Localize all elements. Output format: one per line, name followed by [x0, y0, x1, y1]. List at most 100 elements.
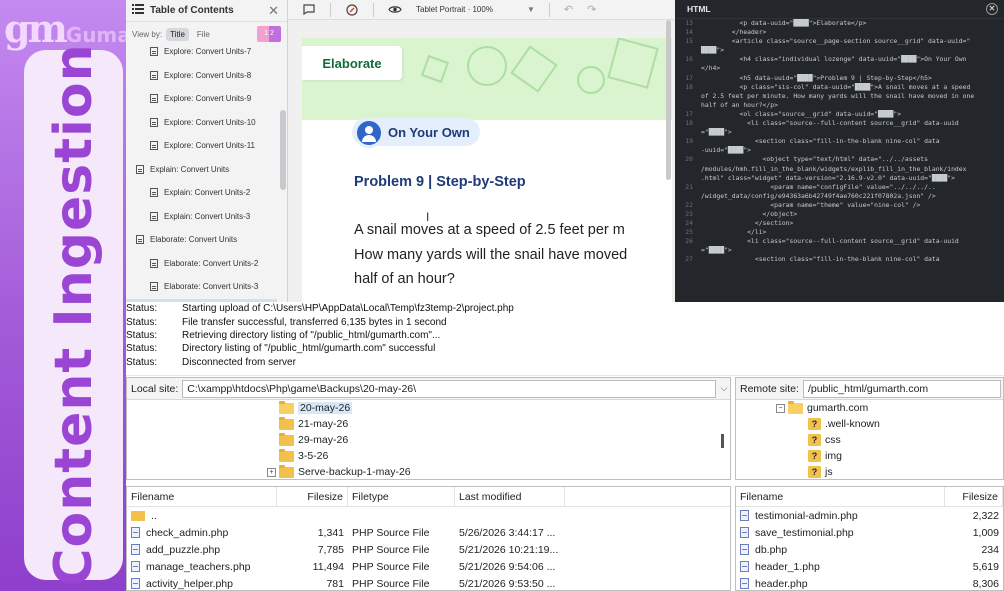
file-row[interactable]: manage_teachers.php 11,494 PHP Source File…	[127, 558, 730, 575]
line-number: 21	[685, 182, 693, 191]
html-code-panel: HTML ✕ 13 <p data-uuid="████">Elaborate<…	[675, 0, 1004, 310]
code-text: <li class="source--full-content source__…	[701, 237, 959, 246]
code-line: 15 <article class="source__page-section …	[675, 37, 1004, 46]
file-name: manage_teachers.php	[146, 560, 251, 573]
code-text: <param name="configFile" value="../../..…	[701, 182, 936, 191]
remote-file-rows: testimonial-admin.php 2,322 save_testimoni…	[736, 507, 1003, 590]
file-row[interactable]: testimonial-admin.php 2,322	[736, 507, 1003, 524]
chevron-down-icon[interactable]: ▼	[527, 5, 535, 14]
undo-icon[interactable]: ↶	[564, 3, 573, 16]
unknown-folder-icon: ?	[808, 418, 821, 430]
code-line: /widget_data/config/e94363a6b42749f4ae76…	[675, 192, 1004, 201]
expand-icon[interactable]: +	[267, 467, 276, 477]
line-number	[675, 101, 697, 110]
file-row[interactable]: header_1.php 5,619	[736, 558, 1003, 575]
status-log: Status: Starting upload of C:\Users\HP\Ap…	[126, 302, 1004, 376]
column-header-last-modified[interactable]: Last modified	[455, 487, 565, 507]
tab-file[interactable]: File	[193, 28, 214, 41]
toc-item[interactable]: Explore: Convert Units-10	[126, 111, 277, 135]
comment-icon[interactable]	[302, 4, 316, 16]
tree-folder[interactable]: − gumarth.com	[736, 400, 1003, 416]
tree-scrollbar[interactable]	[721, 434, 724, 448]
code-text: <section class="fill-in-the-blank nine-c…	[701, 137, 940, 146]
file-name-cell: header.php	[736, 578, 945, 590]
toc-item[interactable]: Explain: Convert Units-2	[126, 181, 277, 205]
file-row[interactable]: activity_helper.php 781 PHP Source File 5/2…	[127, 575, 730, 590]
line-number	[675, 174, 697, 183]
file-row[interactable]: add_puzzle.php 7,785 PHP Source File 5/21/2…	[127, 541, 730, 558]
file-row[interactable]: save_testimonial.php 1,009	[736, 524, 1003, 541]
toc-item[interactable]: Explain: Convert Units-3	[126, 205, 277, 229]
tree-folder[interactable]: ? .well-known	[736, 416, 1003, 432]
tree-folder[interactable]: ? css	[736, 432, 1003, 448]
decor-shape	[510, 45, 558, 93]
line-number: 23	[685, 209, 693, 218]
folder-icon	[279, 448, 294, 462]
file-size: 2,322	[972, 509, 999, 522]
column-header-filename[interactable]: Filename	[736, 487, 946, 507]
list-icon[interactable]	[132, 4, 144, 17]
folder-name: js	[825, 466, 833, 478]
php-file-icon	[740, 578, 749, 589]
folder-name: 3-5-26	[298, 450, 329, 462]
toc-item[interactable]: Explain: Convert Units	[126, 158, 277, 182]
column-header-filetype[interactable]: Filetype	[348, 487, 455, 507]
code-editor[interactable]: 13 <p data-uuid="████">Elaborate</p> 14 <…	[675, 19, 1004, 310]
tree-folder[interactable]: 20-may-26	[267, 400, 730, 416]
file-row[interactable]: header.php 8,306	[736, 575, 1003, 590]
file-name: db.php	[755, 543, 788, 556]
tree-folder[interactable]: + Serve-backup-1-may-26	[267, 464, 730, 479]
tree-folder[interactable]: 29-may-26	[267, 432, 730, 448]
edit-icon[interactable]	[345, 3, 359, 16]
toc-item[interactable]: Elaborate: Convert Units	[126, 228, 277, 252]
toc-item[interactable]: Explore: Convert Units-11	[126, 134, 277, 158]
file-row[interactable]: db.php 234	[736, 541, 1003, 558]
preview-scrollbar[interactable]	[666, 20, 671, 180]
tree-folder[interactable]: ? js	[736, 464, 1003, 479]
file-name-cell: add_puzzle.php	[127, 544, 277, 556]
column-header-filename[interactable]: Filename	[127, 487, 277, 507]
collapse-icon[interactable]: −	[776, 403, 785, 413]
remote-folder-list: − gumarth.com? .well-known? css? img? js	[736, 400, 1003, 479]
document-icon	[150, 211, 158, 221]
toc-item[interactable]: Explore: Convert Units-7	[126, 40, 277, 64]
close-icon[interactable]: ✕	[986, 3, 998, 15]
toc-item[interactable]: Explore: Convert Units-8	[126, 64, 277, 88]
close-icon[interactable]: ✕	[268, 3, 279, 19]
remote-site-path[interactable]: /public_html/gumarth.com	[802, 379, 1001, 398]
status-message: Disconnected from server	[182, 356, 296, 368]
file-type: PHP Source File	[352, 526, 430, 539]
column-header-filesize[interactable]: Filesize	[277, 487, 348, 507]
tree-folder[interactable]: 21-may-26	[267, 416, 730, 432]
column-header-filesize[interactable]: Filesize	[945, 487, 1003, 507]
toc-item[interactable]: Elaborate: Convert Units-2	[126, 252, 277, 276]
file-size: 8,306	[972, 577, 999, 590]
line-number: 13	[685, 19, 693, 27]
eye-icon[interactable]	[388, 4, 402, 16]
tree-folder[interactable]: 3-5-26	[267, 448, 730, 464]
file-row[interactable]: check_admin.php 1,341 PHP Source File 5/26/…	[127, 524, 730, 541]
redo-icon[interactable]: ↷	[587, 3, 596, 16]
php-file-icon	[740, 510, 749, 521]
tree-folder[interactable]: ? img	[736, 448, 1003, 464]
code-text: of 2.5 feet per minute. How many yards w…	[701, 91, 975, 100]
file-name-cell: activity_helper.php	[127, 578, 277, 590]
toc-title: Table of Contents	[150, 5, 234, 16]
toc-item[interactable]: Explore: Convert Units-9	[126, 87, 277, 111]
code-text: <p class="sis-col" data-uuid="████">A sn…	[701, 82, 971, 91]
toc-scrollbar[interactable]	[280, 110, 286, 190]
code-text: ="████">	[701, 246, 732, 255]
code-line: ="████">	[675, 246, 1004, 255]
code-line: 18 <p class="sis-col" data-uuid="████">A…	[675, 83, 1004, 92]
problem-title: Problem 9 | Step-by-Step	[354, 174, 526, 190]
document-icon	[150, 70, 158, 80]
code-text: <param name="theme" value="nine-col" />	[701, 200, 921, 209]
remote-site-bar: Remote site: /public_html/gumarth.com	[736, 378, 1003, 400]
chevron-down-icon[interactable]: ⌵	[718, 383, 730, 394]
code-text: <h4 class="individual lozenge" data-uuid…	[701, 55, 967, 64]
toc-item[interactable]: Elaborate: Convert Units-3	[126, 275, 277, 299]
local-site-path[interactable]: C:\xampp\htdocs\Php\game\Backups\20-may-…	[182, 379, 716, 398]
device-select[interactable]: Tablet Portrait · 100%	[416, 5, 493, 14]
tab-title[interactable]: Title	[166, 27, 189, 41]
file-row-parent[interactable]: ..	[127, 507, 730, 524]
